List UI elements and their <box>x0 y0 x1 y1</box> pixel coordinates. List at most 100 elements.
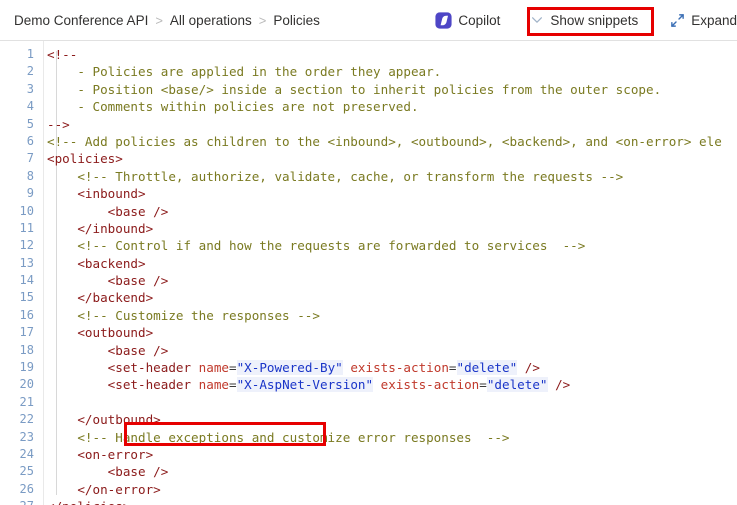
code-line[interactable]: 11 </inbound> <box>0 220 737 237</box>
line-number: 23 <box>19 429 34 444</box>
code-line-text[interactable]: </backend> <box>34 289 737 306</box>
expand-button[interactable]: Expand <box>664 9 737 32</box>
line-number: 13 <box>19 255 34 270</box>
token-eq: = <box>229 377 237 393</box>
token-eq: = <box>479 377 487 393</box>
code-line[interactable]: 15 </backend> <box>0 289 737 306</box>
token-tag: </inbound> <box>47 220 154 236</box>
code-line[interactable]: 13 <backend> <box>0 255 737 272</box>
token-tag: <outbound> <box>47 325 154 341</box>
code-line[interactable]: 2 - Policies are applied in the order th… <box>0 63 737 80</box>
code-line-text[interactable]: <base /> <box>34 272 737 289</box>
token-tag: --> <box>47 116 70 132</box>
token-comment: <!-- Throttle, authorize, validate, cach… <box>47 168 624 184</box>
token-val: "X-Powered-By" <box>236 360 343 376</box>
code-line-text[interactable]: --> <box>34 116 737 133</box>
code-line-text[interactable]: <!-- Add policies as children to the <in… <box>34 133 737 150</box>
code-line-text[interactable]: <!-- Handle exceptions and customize err… <box>34 429 737 446</box>
line-number: 5 <box>26 116 34 131</box>
expand-icon <box>671 13 685 27</box>
code-line-text[interactable]: <outbound> <box>34 324 737 341</box>
line-number: 9 <box>26 186 34 201</box>
code-line[interactable]: 9 <inbound> <box>0 185 737 202</box>
token-tag: <backend> <box>47 255 146 271</box>
line-number: 14 <box>19 273 34 288</box>
line-number: 25 <box>19 464 34 479</box>
code-line[interactable]: 1 <!-- <box>0 46 737 63</box>
code-line-text[interactable]: </outbound> <box>34 411 737 428</box>
token-val: "delete" <box>456 360 518 376</box>
code-line-text[interactable]: <!-- <box>34 46 737 63</box>
code-line-text[interactable]: <base /> <box>34 342 737 359</box>
code-line[interactable]: 6 <!-- Add policies as children to the <i… <box>0 133 737 150</box>
code-line[interactable]: 18 <base /> <box>0 342 737 359</box>
token-comment: <!-- Customize the responses --> <box>47 307 320 323</box>
code-line[interactable]: 22 </outbound> <box>0 411 737 428</box>
code-line[interactable]: 7 <policies> <box>0 150 737 167</box>
line-number: 8 <box>26 168 34 183</box>
line-number: 20 <box>19 377 34 392</box>
code-line[interactable]: 14 <base /> <box>0 272 737 289</box>
line-number: 21 <box>19 394 34 409</box>
code-line[interactable]: 16 <!-- Customize the responses --> <box>0 307 737 324</box>
code-line-text[interactable]: </on-error> <box>34 481 737 498</box>
code-line[interactable]: 23 <!-- Handle exceptions and customize … <box>0 429 737 446</box>
line-number: 12 <box>19 238 34 253</box>
code-line[interactable]: 25 <base /> <box>0 463 737 480</box>
breadcrumb-separator: > <box>155 12 163 28</box>
line-number: 3 <box>26 81 34 96</box>
token-attr: name <box>198 377 229 393</box>
chevron-down-icon <box>532 17 543 23</box>
line-number: 18 <box>19 342 34 357</box>
token-attr: exists-action <box>350 360 449 376</box>
code-line-text[interactable]: <base /> <box>34 203 737 220</box>
code-line-text[interactable]: <inbound> <box>34 185 737 202</box>
code-line-text[interactable]: - Position <base/> inside a section to i… <box>34 81 737 98</box>
breadcrumb-item-all-operations[interactable]: All operations <box>170 13 252 28</box>
code-lines[interactable]: 1 <!-- 2 - Policies are applied in the ord… <box>0 41 737 505</box>
line-number: 22 <box>19 412 34 427</box>
code-line-text[interactable]: - Comments within policies are not prese… <box>34 98 737 115</box>
code-line-text[interactable]: <base /> <box>34 463 737 480</box>
code-line[interactable]: 21 <box>0 394 737 411</box>
code-line[interactable]: 26 </on-error> <box>0 481 737 498</box>
code-line[interactable]: 3 - Position <base/> inside a section to… <box>0 81 737 98</box>
token-tag: </backend> <box>47 290 154 306</box>
show-snippets-button[interactable]: Show snippets <box>520 9 648 32</box>
code-line[interactable]: 4 - Comments within policies are not pre… <box>0 98 737 115</box>
code-line[interactable]: 17 <outbound> <box>0 324 737 341</box>
breadcrumb-item-policies: Policies <box>273 12 320 28</box>
code-line[interactable]: 20 <set-header name="X-AspNet-Version" e… <box>0 376 737 393</box>
line-number: 15 <box>19 290 34 305</box>
code-line[interactable]: 24 <on-error> <box>0 446 737 463</box>
code-line-text[interactable]: <on-error> <box>34 446 737 463</box>
policy-code-editor[interactable]: 1 <!-- 2 - Policies are applied in the ord… <box>0 40 737 505</box>
breadcrumb-item-api[interactable]: Demo Conference API <box>14 13 148 28</box>
expand-label: Expand <box>691 12 737 28</box>
token-eq: = <box>448 360 457 376</box>
code-line-text[interactable]: </inbound> <box>34 220 737 237</box>
line-number: 6 <box>26 133 34 148</box>
copilot-button[interactable]: Copilot <box>429 8 506 33</box>
code-line-text[interactable]: <!-- Control if and how the requests are… <box>34 237 737 254</box>
token-tag: </policies> <box>47 499 130 505</box>
code-line[interactable]: 12 <!-- Control if and how the requests … <box>0 237 737 254</box>
line-number: 24 <box>19 446 34 461</box>
code-line[interactable]: 8 <!-- Throttle, authorize, validate, ca… <box>0 168 737 185</box>
code-line[interactable]: 5 --> <box>0 116 737 133</box>
breadcrumb: Demo Conference API > All operations > P… <box>0 13 320 28</box>
code-line-text[interactable]: <set-header name="X-AspNet-Version" exis… <box>34 376 737 393</box>
token-tag: <base /> <box>47 273 169 289</box>
code-line-text[interactable]: - Policies are applied in the order they… <box>34 63 737 80</box>
token-eq: = <box>229 360 237 376</box>
code-line-text[interactable]: <!-- Throttle, authorize, validate, cach… <box>34 168 737 185</box>
code-line-text[interactable]: <!-- Customize the responses --> <box>34 307 737 324</box>
code-line-text[interactable]: <set-header name="X-Powered-By" exists-a… <box>34 359 737 376</box>
token-tag <box>373 377 381 392</box>
code-line[interactable]: 19 <set-header name="X-Powered-By" exist… <box>0 359 737 376</box>
token-tag: <base /> <box>47 203 169 219</box>
code-line-text[interactable]: <backend> <box>34 255 737 272</box>
code-line[interactable]: 10 <base /> <box>0 203 737 220</box>
copilot-icon <box>435 11 452 29</box>
code-line-text[interactable]: <policies> <box>34 150 737 167</box>
